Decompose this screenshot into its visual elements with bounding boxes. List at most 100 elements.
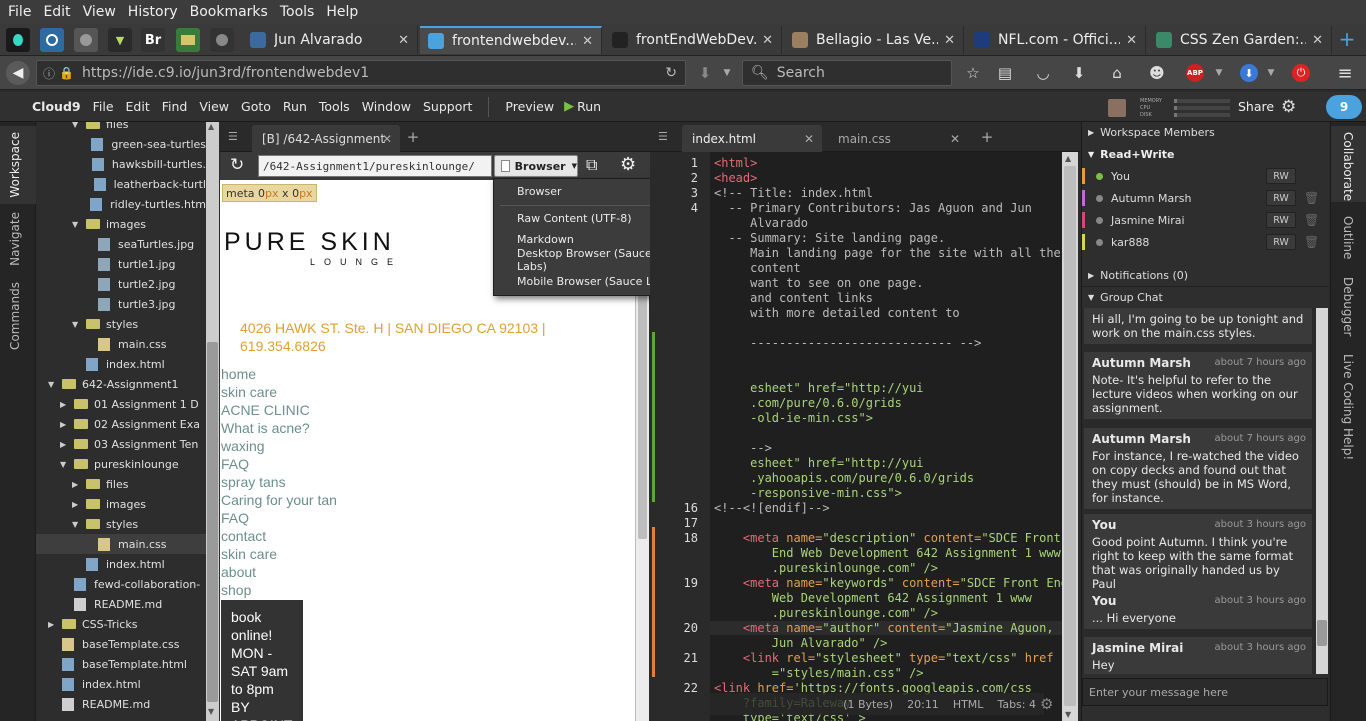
popout-icon[interactable]: ⧉ bbox=[586, 155, 597, 175]
tree-item-folder[interactable]: ▶ 03 Assignment Ten bbox=[36, 434, 206, 454]
tree-item-file[interactable]: baseTemplate.css bbox=[36, 634, 206, 654]
browser-tab-3[interactable]: frontEndWebDev... ✕ bbox=[604, 26, 782, 54]
close-icon[interactable]: ✕ bbox=[1312, 33, 1323, 48]
preview-address-input[interactable]: /642-Assignment1/pureskinlounge/ bbox=[258, 155, 492, 177]
add-tab-button[interactable]: + bbox=[402, 128, 424, 146]
nav-link[interactable]: contact bbox=[221, 528, 266, 544]
chevron-down-icon[interactable]: ▼ bbox=[718, 64, 736, 82]
tree-item-file[interactable]: README.md bbox=[36, 594, 206, 614]
chat-icon[interactable]: ☻ bbox=[1148, 64, 1166, 82]
search-box[interactable]: 🔍︎ Search bbox=[742, 60, 952, 86]
c9-menu-file[interactable]: File bbox=[87, 99, 120, 114]
close-icon[interactable]: ✕ bbox=[944, 33, 955, 48]
tab-main-css[interactable]: main.css ✕ bbox=[828, 125, 968, 152]
chevron-right-icon[interactable]: ▶ bbox=[60, 400, 70, 409]
status-tabs[interactable]: Tabs: 4 bbox=[997, 698, 1036, 711]
browser-tab-6[interactable]: CSS Zen Garden:... ✕ bbox=[1148, 26, 1332, 54]
add-tab-button[interactable]: + bbox=[976, 128, 998, 146]
nav-link[interactable]: home bbox=[221, 366, 256, 382]
tree-item-file[interactable]: index.html bbox=[36, 674, 206, 694]
nav-link[interactable]: skin care bbox=[221, 384, 277, 400]
tree-item-folder[interactable]: ▼ images bbox=[36, 214, 206, 234]
reload-icon[interactable]: ↻ bbox=[665, 65, 677, 81]
nav-link[interactable]: FAQ bbox=[221, 456, 249, 472]
trash-icon[interactable]: 🗑︎ bbox=[1304, 213, 1319, 227]
run-button[interactable]: Run bbox=[574, 99, 607, 114]
url-bar[interactable]: ⓘ 🔒 https://ide.c9.io/jun3rd/frontendweb… bbox=[36, 60, 686, 86]
menu-edit[interactable]: Edit bbox=[37, 4, 76, 20]
chevron-down-icon[interactable]: ▼ bbox=[48, 380, 58, 389]
pinned-tab-2[interactable] bbox=[40, 28, 64, 52]
commands-tab[interactable]: Commands bbox=[8, 282, 22, 350]
pane-menu-icon[interactable]: ☰ bbox=[228, 130, 238, 143]
nav-link[interactable]: about bbox=[221, 564, 256, 580]
close-icon[interactable]: ✕ bbox=[762, 33, 773, 48]
close-icon[interactable]: ✕ bbox=[950, 132, 960, 146]
tree-item-file[interactable]: turtle2.jpg bbox=[36, 274, 206, 294]
nav-link[interactable]: spray tans bbox=[221, 474, 286, 490]
pocket-icon[interactable]: ◡ bbox=[1034, 64, 1052, 82]
chevron-down-icon[interactable]: ▼ bbox=[72, 520, 82, 529]
trash-icon[interactable]: 🗑︎ bbox=[1304, 235, 1319, 249]
tree-item-file[interactable]: README.md bbox=[36, 694, 206, 714]
tree-item-file[interactable]: index.html bbox=[36, 354, 206, 374]
c9-menu-view[interactable]: View bbox=[193, 99, 235, 114]
tree-item-folder[interactable]: ▼ pureskinlounge bbox=[36, 454, 206, 474]
close-icon[interactable]: ✕ bbox=[398, 33, 409, 48]
editor-scrollbar[interactable]: ▲ ▼ bbox=[1062, 152, 1078, 721]
reading-list-icon[interactable]: ▤ bbox=[996, 64, 1014, 82]
nav-link[interactable]: Caring for your tan bbox=[221, 492, 337, 508]
chat-scrollbar[interactable] bbox=[1316, 308, 1328, 674]
preview-mode-dropdown[interactable]: Browser ▼ bbox=[494, 155, 578, 177]
status-mode[interactable]: HTML bbox=[953, 698, 984, 711]
tree-item-folder[interactable]: ▼ 642-Assignment1 bbox=[36, 374, 206, 394]
workspace-members-header[interactable]: ▶ Workspace Members bbox=[1082, 122, 1329, 142]
chevron-down-icon[interactable]: ▼ bbox=[60, 460, 70, 469]
nav-link[interactable]: FAQ bbox=[221, 510, 249, 526]
tree-item-folder[interactable]: ▼ styles bbox=[36, 314, 206, 334]
pocket-download-icon[interactable]: ⬇ bbox=[696, 64, 714, 82]
tree-item-file[interactable]: seaTurtles.jpg bbox=[36, 234, 206, 254]
tree-item-folder[interactable]: ▶ files bbox=[36, 474, 206, 494]
c9-menu-window[interactable]: Window bbox=[356, 99, 417, 114]
pinned-tab-4[interactable]: ▼ bbox=[108, 28, 132, 52]
pinned-tab-6[interactable] bbox=[176, 28, 200, 52]
tree-item-folder[interactable]: ▼ files bbox=[36, 122, 206, 134]
nav-link[interactable]: waxing bbox=[221, 438, 265, 454]
chevron-right-icon[interactable]: ▶ bbox=[72, 500, 82, 509]
close-icon[interactable]: ✕ bbox=[1126, 33, 1137, 48]
c9-menu-find[interactable]: Find bbox=[156, 99, 194, 114]
chevron-down-icon[interactable]: ▼ bbox=[72, 220, 82, 229]
navigate-tab[interactable]: Navigate bbox=[8, 212, 22, 266]
tree-item-file[interactable]: turtle3.jpg bbox=[36, 294, 206, 314]
pinned-tab-3[interactable] bbox=[74, 28, 98, 52]
settings-gear-icon[interactable]: ⚙ bbox=[620, 154, 636, 175]
chevron-down-icon[interactable]: ▼ bbox=[72, 122, 82, 129]
group-chat-header[interactable]: ▼ Group Chat bbox=[1082, 287, 1329, 307]
nav-link[interactable]: skin care bbox=[221, 546, 277, 562]
tree-item-file[interactable]: leatherback-turtl bbox=[36, 174, 206, 194]
gear-icon[interactable]: ⚙ bbox=[1281, 97, 1296, 117]
tree-item-file[interactable]: main.css bbox=[36, 334, 206, 354]
tree-item-folder[interactable]: ▶ images bbox=[36, 494, 206, 514]
preview-button[interactable]: Preview bbox=[499, 99, 560, 114]
trash-icon[interactable]: 🗑︎ bbox=[1304, 191, 1319, 205]
power-icon[interactable]: ⏻ bbox=[1292, 64, 1310, 82]
tree-item-file[interactable]: green-sea-turtles bbox=[36, 134, 206, 154]
tree-item-file[interactable]: hawksbill-turtles. bbox=[36, 154, 206, 174]
readwrite-header[interactable]: ▼ Read+Write bbox=[1082, 144, 1329, 164]
menu-view[interactable]: View bbox=[77, 4, 122, 20]
avatar[interactable] bbox=[1108, 99, 1126, 117]
pinned-tab-1[interactable] bbox=[6, 28, 30, 52]
chevron-right-icon[interactable]: ▶ bbox=[72, 480, 82, 489]
notifications-header[interactable]: ▶ Notifications (0) bbox=[1082, 265, 1329, 285]
download-helper-icon[interactable]: ⬇ bbox=[1240, 64, 1258, 82]
browser-tab-2[interactable]: frontendwebdev... ✕ bbox=[420, 26, 602, 54]
nav-link[interactable]: What is acne? bbox=[221, 420, 310, 436]
tree-item-folder[interactable]: ▼ styles bbox=[36, 514, 206, 534]
tree-item-folder[interactable]: ▶ 02 Assignment Exa bbox=[36, 414, 206, 434]
c9-menu-edit[interactable]: Edit bbox=[120, 99, 156, 114]
tree-item-file[interactable]: index.html bbox=[36, 554, 206, 574]
menu-bookmarks[interactable]: Bookmarks bbox=[184, 4, 274, 20]
menu-history[interactable]: History bbox=[122, 4, 184, 20]
